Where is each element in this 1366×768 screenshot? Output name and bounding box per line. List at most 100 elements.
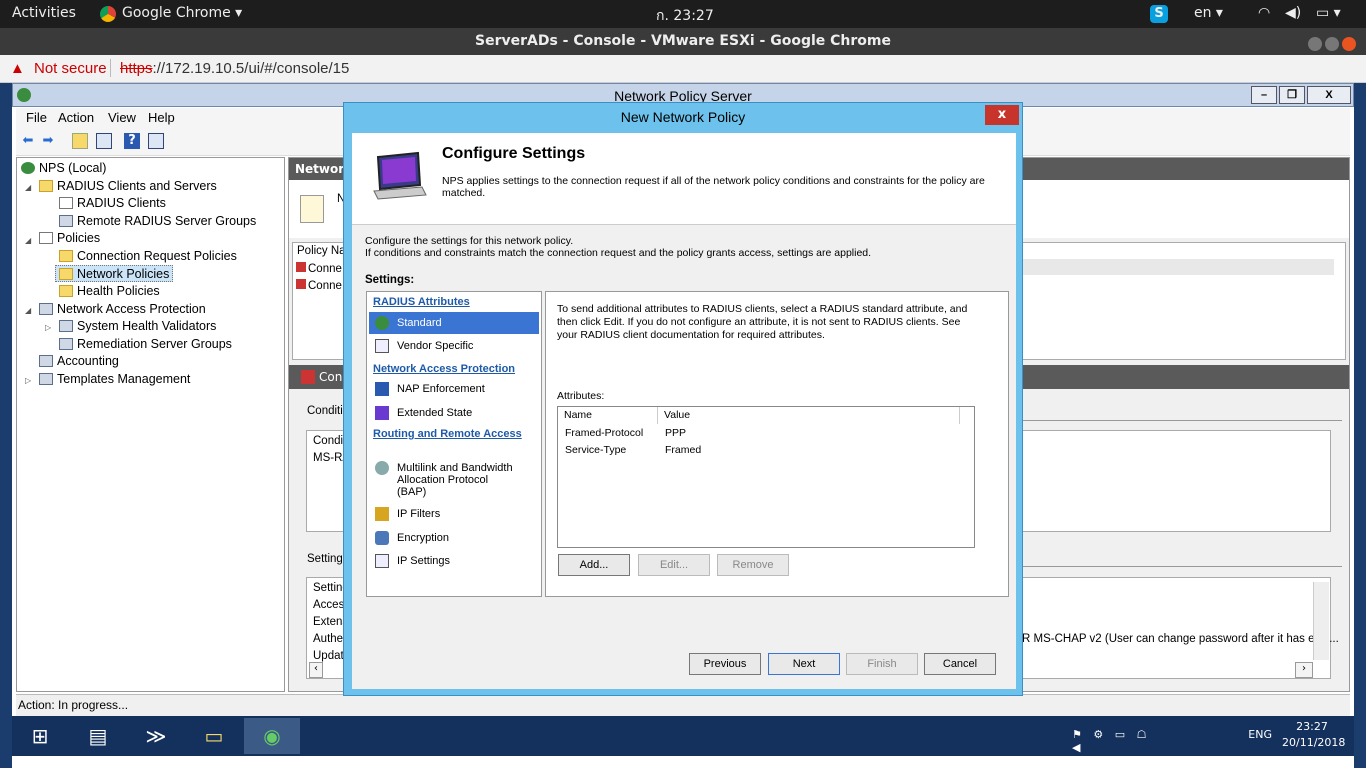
attribute-name[interactable]: Framed-Protocol xyxy=(565,427,643,439)
settings-row[interactable]: Acces xyxy=(313,599,344,611)
validators-icon xyxy=(59,320,73,332)
divider xyxy=(1020,566,1342,567)
next-button[interactable]: Next xyxy=(768,653,840,675)
restore-button[interactable]: ❐ xyxy=(1279,86,1305,104)
status-bar: Action: In progress... xyxy=(16,694,1350,716)
tree-item-health-policies[interactable]: Health Policies xyxy=(59,283,160,300)
language-menu[interactable]: en ▾ xyxy=(1194,5,1223,21)
not-secure-label[interactable]: Not secure xyxy=(34,60,107,77)
back-icon[interactable]: ⬅ xyxy=(20,133,36,149)
help-icon[interactable]: ? xyxy=(124,133,140,149)
checklist-icon xyxy=(375,339,389,353)
minimize-button[interactable]: – xyxy=(1251,86,1277,104)
tray-date[interactable]: 20/11/2018 xyxy=(1282,736,1345,749)
tree-item-connection-request-policies[interactable]: Connection Request Policies xyxy=(59,248,237,265)
tree-item-templates-management[interactable]: Templates Management xyxy=(39,371,190,388)
settings-row[interactable]: Auther xyxy=(313,633,347,645)
nav-ip-settings[interactable]: IP Settings xyxy=(369,550,539,572)
skype-icon[interactable]: S xyxy=(1150,5,1168,23)
maximize-icon[interactable] xyxy=(1325,37,1339,51)
chrome-icon xyxy=(100,6,116,22)
column-header-value[interactable]: Value xyxy=(658,407,960,424)
warning-icon[interactable]: ▲ xyxy=(10,60,25,77)
menu-view[interactable]: View xyxy=(108,110,136,125)
previous-button[interactable]: Previous xyxy=(689,653,761,675)
dialog-header: Configure Settings NPS applies settings … xyxy=(352,133,1016,225)
nav-vendor-specific[interactable]: Vendor Specific xyxy=(369,335,539,357)
tree-item-network-policies[interactable]: Network Policies xyxy=(55,265,174,282)
attribute-value[interactable]: Framed xyxy=(665,444,701,456)
wifi-icon[interactable]: ◠ xyxy=(1258,5,1270,21)
activities-button[interactable]: Activities xyxy=(12,5,76,21)
column-header-name[interactable]: Name xyxy=(558,407,658,424)
expand-icon[interactable]: ▷ xyxy=(25,376,33,385)
nps-taskbar-icon[interactable]: ◉ xyxy=(244,718,300,754)
radius-attributes-header: RADIUS Attributes xyxy=(373,296,470,308)
app-menu[interactable]: Google Chrome ▾ xyxy=(122,5,242,21)
show-action-pane-icon[interactable] xyxy=(148,133,164,149)
close-button[interactable]: X xyxy=(1307,86,1351,104)
expand-icon[interactable]: ▷ xyxy=(45,323,53,332)
attribute-value[interactable]: PPP xyxy=(665,427,686,439)
edit-button[interactable]: Edit... xyxy=(638,554,710,576)
finish-button[interactable]: Finish xyxy=(846,653,918,675)
nav-ip-filters[interactable]: IP Filters xyxy=(369,503,539,525)
collapse-icon[interactable]: ◢ xyxy=(25,306,33,315)
battery-icon[interactable]: ▭ ▾ xyxy=(1316,5,1341,21)
policy-name-column[interactable]: Policy Nar xyxy=(297,245,349,257)
tree-item-radius-clients-servers[interactable]: RADIUS Clients and Servers xyxy=(39,178,217,195)
attributes-table[interactable]: Name Value Framed-Protocol PPP Service-T… xyxy=(557,406,975,548)
tree-item-accounting[interactable]: Accounting xyxy=(39,353,119,370)
attributes-label: Attributes: xyxy=(557,390,605,402)
collapse-icon[interactable]: ◢ xyxy=(25,236,33,245)
collapse-icon[interactable]: ◢ xyxy=(25,183,33,192)
tray-time[interactable]: 23:27 xyxy=(1282,720,1342,733)
tree-item-radius-clients[interactable]: RADIUS Clients xyxy=(59,195,166,212)
tree-item-nps-local[interactable]: NPS (Local) xyxy=(21,160,106,177)
nav-nap-enforcement[interactable]: NAP Enforcement xyxy=(369,378,539,400)
close-icon[interactable] xyxy=(1342,37,1356,51)
tree-item-remediation-server-groups[interactable]: Remediation Server Groups xyxy=(59,336,232,353)
nav-encryption[interactable]: Encryption xyxy=(369,527,539,549)
menu-file[interactable]: File xyxy=(26,110,47,125)
cancel-button[interactable]: Cancel xyxy=(924,653,996,675)
show-hide-tree-icon[interactable] xyxy=(96,133,112,149)
input-language[interactable]: ENG xyxy=(1248,728,1272,741)
tree-item-remote-radius-groups[interactable]: Remote RADIUS Server Groups xyxy=(59,213,256,230)
chrome-window-title: ServerADs - Console - VMware ESXi - Goog… xyxy=(0,28,1366,55)
folder-icon xyxy=(59,268,73,280)
scroll-left-icon[interactable]: ‹ xyxy=(309,662,323,678)
nav-multilink-bap[interactable]: Multilink and Bandwidth Allocation Proto… xyxy=(369,457,539,498)
powershell-icon[interactable]: ≫ xyxy=(128,718,184,754)
scroll-right-icon[interactable]: › xyxy=(1295,662,1313,678)
server-groups-icon xyxy=(59,215,73,227)
nav-extended-state[interactable]: Extended State xyxy=(369,402,539,424)
menu-action[interactable]: Action xyxy=(58,110,94,125)
tree-item-system-health-validators[interactable]: System Health Validators xyxy=(59,318,216,335)
forward-icon[interactable]: ➡ xyxy=(40,133,56,149)
attribute-name[interactable]: Service-Type xyxy=(565,444,626,456)
minimize-icon[interactable] xyxy=(1308,37,1322,51)
tray-icons[interactable]: ⚑ ⚙ ▭ ☖ ◀ xyxy=(1072,728,1152,754)
policy-row[interactable]: Conne xyxy=(296,262,342,275)
policy-row[interactable]: Conne xyxy=(296,279,342,292)
add-button[interactable]: Add... xyxy=(558,554,630,576)
server-manager-icon[interactable]: ▤ xyxy=(70,718,126,754)
remove-button[interactable]: Remove xyxy=(717,554,789,576)
address-bar[interactable]: ▲ Not secure https://172.19.10.5/ui/#/co… xyxy=(0,55,1366,83)
tree-item-network-access-protection[interactable]: Network Access Protection xyxy=(39,301,206,318)
url-text[interactable]: https://172.19.10.5/ui/#/console/15 xyxy=(120,60,349,77)
tree-item-policies[interactable]: Policies xyxy=(39,230,100,247)
policy-row-highlight xyxy=(1020,259,1334,275)
up-folder-icon[interactable] xyxy=(72,133,88,149)
clock[interactable]: ก. 23:27 xyxy=(656,5,714,27)
dialog-close-button[interactable]: x xyxy=(985,105,1019,125)
menu-help[interactable]: Help xyxy=(148,110,175,125)
nav-standard[interactable]: Standard xyxy=(369,312,539,334)
vertical-scrollbar[interactable] xyxy=(1313,582,1329,660)
rra-header: Routing and Remote Access xyxy=(373,428,522,440)
start-button[interactable]: ⊞ xyxy=(12,718,68,754)
folder-icon xyxy=(59,250,73,262)
file-explorer-icon[interactable]: ▭ xyxy=(186,718,242,754)
volume-icon[interactable]: ◀) xyxy=(1285,5,1301,21)
